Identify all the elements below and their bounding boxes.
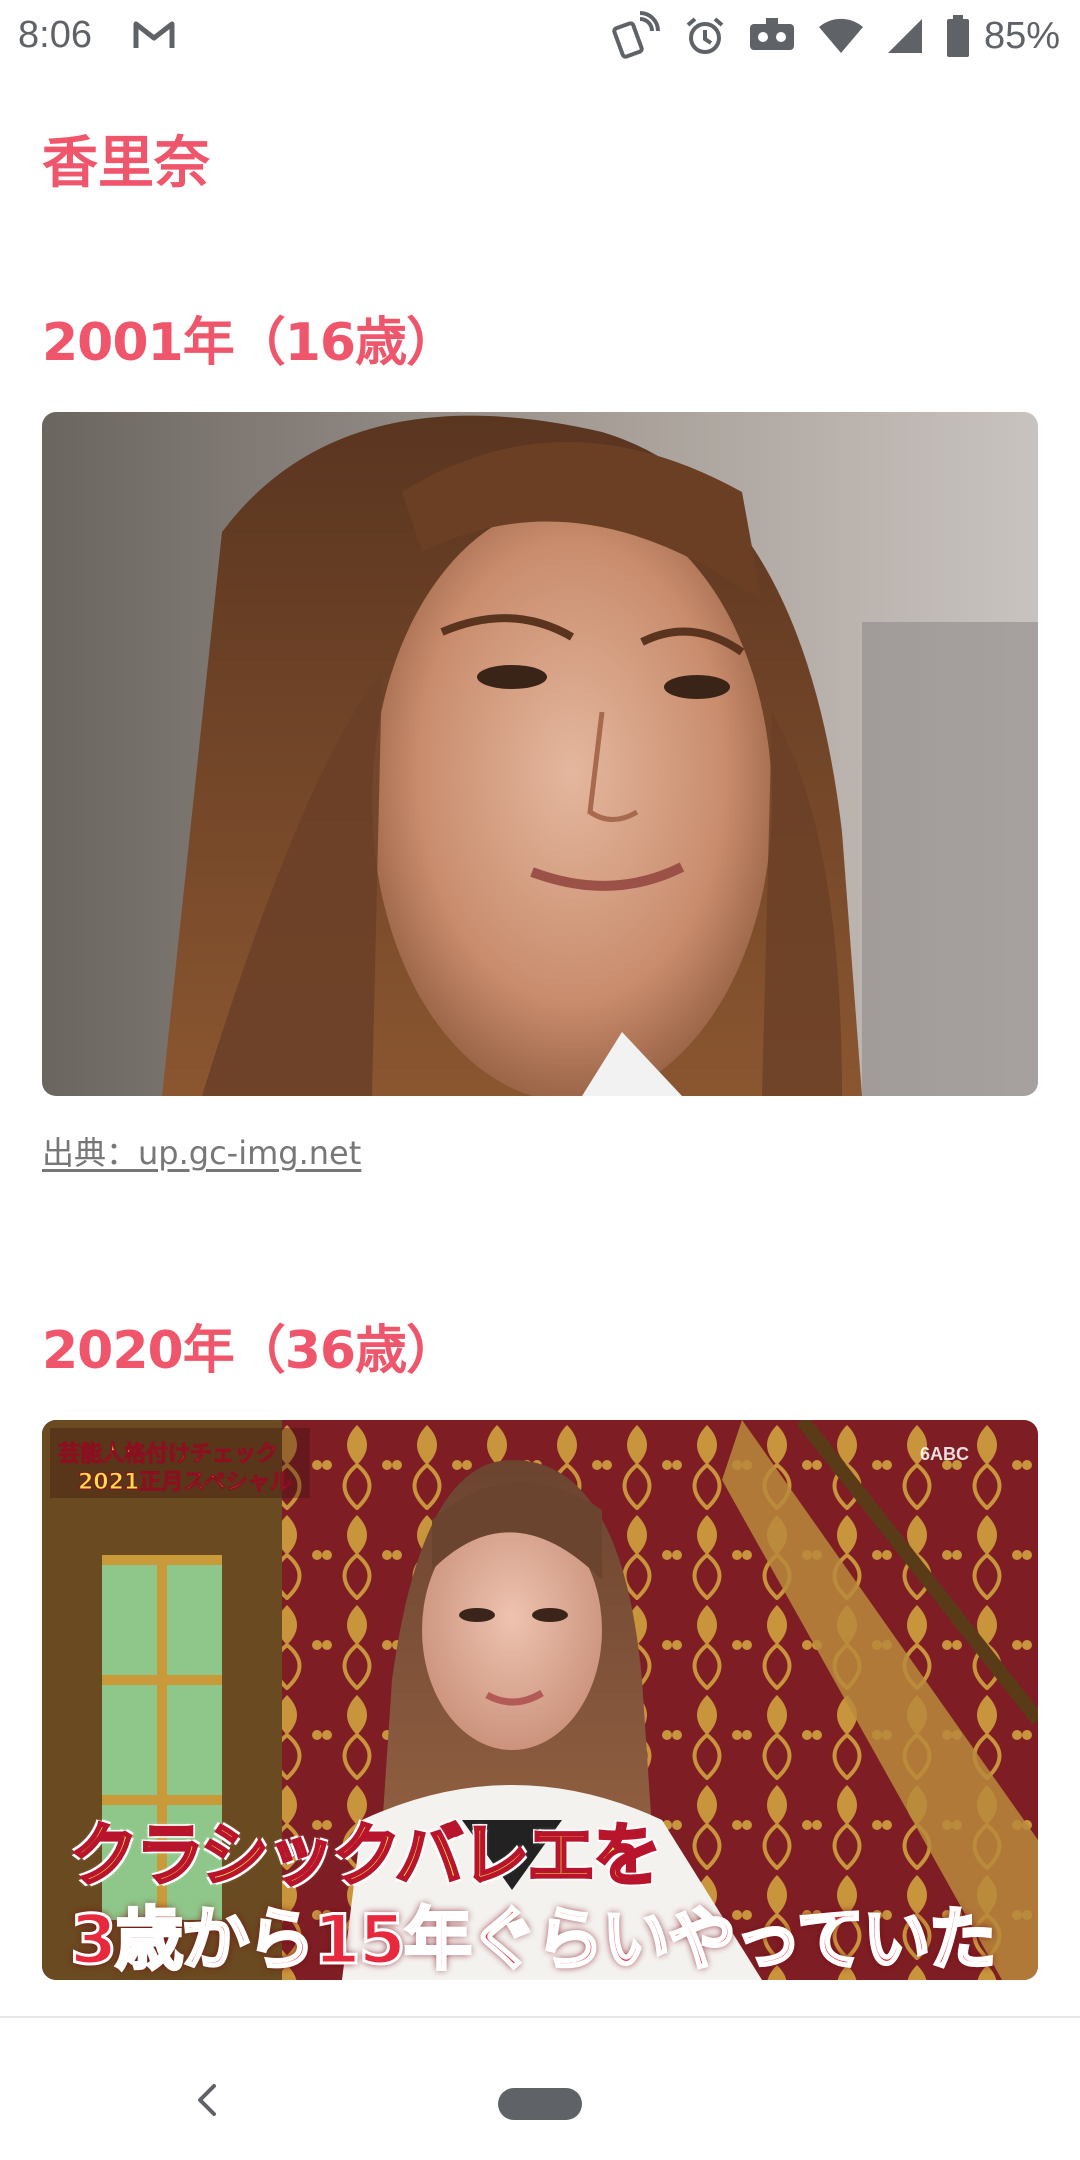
battery-percent: 85%	[983, 14, 1060, 57]
page-title: 香里奈	[42, 131, 210, 196]
status-bar: 8:06 85%	[0, 0, 1080, 72]
tv-subtitle-line-2: 3歳から15年ぐらいやっていた	[69, 1900, 999, 1982]
portrait-image	[42, 412, 1038, 1096]
section-heading-2001: 2001年（16歳）	[42, 313, 458, 373]
home-pill[interactable]	[498, 2088, 582, 2120]
back-icon[interactable]	[188, 2080, 228, 2120]
wifi-icon	[818, 18, 863, 53]
section-heading-2020: 2020年（36歳）	[42, 1321, 458, 1381]
navigation-bar	[0, 2018, 1080, 2160]
tv-program-subtitle: 2021正月スペシャル	[78, 1470, 293, 1496]
vr-icon	[749, 18, 794, 50]
battery-icon	[946, 15, 969, 57]
channel-logo: 6ABC	[920, 1444, 970, 1464]
gmail-icon	[133, 21, 175, 48]
alarm-icon	[686, 17, 724, 54]
screen: 8:06 85% 香里奈 2001年（16歳） 出典：up.gc-img.net…	[0, 0, 1080, 2160]
signal-icon	[887, 19, 922, 53]
status-icons: 85%	[612, 10, 1060, 62]
status-time: 8:06	[18, 14, 92, 56]
nfc-icon	[612, 11, 660, 59]
source-link[interactable]: 出典：up.gc-img.net	[42, 1128, 361, 1174]
photo-2001[interactable]	[42, 412, 1038, 1096]
